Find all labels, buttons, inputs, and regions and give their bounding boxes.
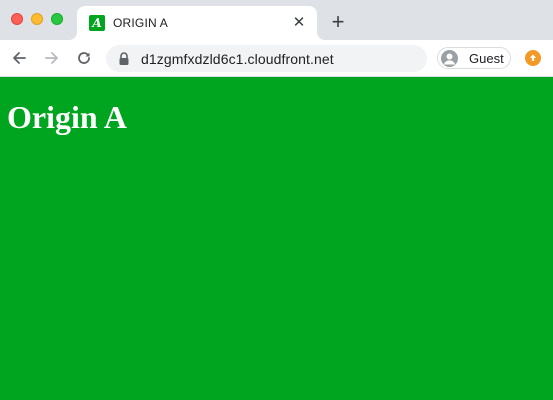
favicon-icon: A: [89, 15, 105, 31]
tab-strip: A ORIGIN A ✕ +: [0, 0, 553, 40]
profile-button[interactable]: Guest: [437, 47, 511, 69]
arrow-right-icon: [45, 52, 58, 64]
browser-window: A ORIGIN A ✕ + d1zgmfxdzld6c1.cloudfront…: [0, 0, 553, 400]
tab-title: ORIGIN A: [113, 16, 168, 30]
toolbar: d1zgmfxdzld6c1.cloudfront.net Guest: [0, 40, 553, 77]
tab-close-button[interactable]: ✕: [290, 14, 308, 32]
update-button[interactable]: [525, 50, 541, 66]
page-heading: Origin A: [7, 99, 128, 135]
lock-icon: [119, 52, 129, 65]
maximize-window-button[interactable]: [51, 13, 63, 25]
close-window-button[interactable]: [11, 13, 23, 25]
url-text[interactable]: d1zgmfxdzld6c1.cloudfront.net: [141, 51, 334, 67]
tab-origin-a[interactable]: A ORIGIN A ✕: [77, 6, 317, 40]
update-arrow-icon: [529, 54, 537, 61]
new-tab-button[interactable]: +: [328, 11, 348, 33]
back-button[interactable]: [9, 48, 29, 68]
guest-avatar-icon: [441, 50, 458, 67]
address-bar[interactable]: d1zgmfxdzld6c1.cloudfront.net: [106, 45, 427, 72]
profile-label: Guest: [469, 51, 504, 66]
arrow-left-icon: [13, 52, 26, 64]
forward-button[interactable]: [42, 48, 62, 68]
page-content: Origin A: [0, 77, 553, 400]
reload-icon: [78, 52, 90, 64]
minimize-window-button[interactable]: [31, 13, 43, 25]
reload-button[interactable]: [74, 48, 94, 68]
